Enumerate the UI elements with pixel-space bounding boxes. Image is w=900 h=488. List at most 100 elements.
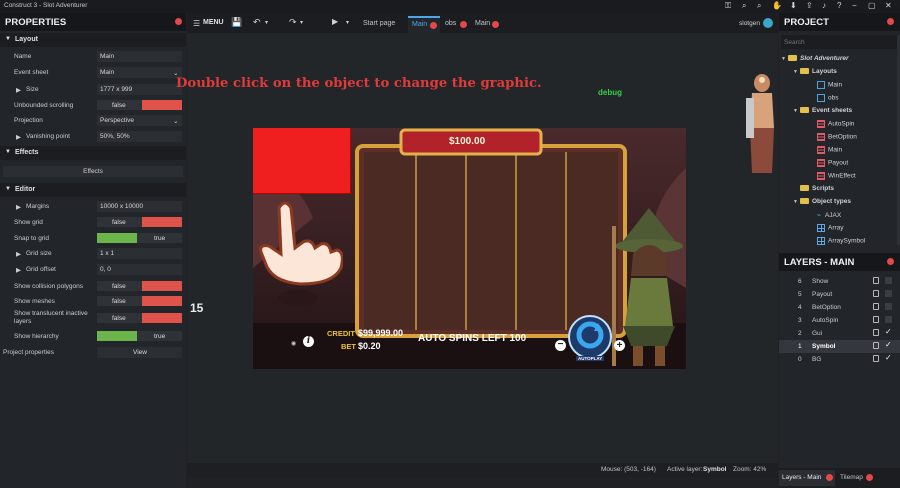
layer-row[interactable]: 2 Gui ✓ (779, 327, 900, 340)
minus-button[interactable]: − (555, 340, 566, 351)
tab-close-dot[interactable] (826, 474, 833, 481)
section-layout[interactable]: ▼ Layout (0, 33, 186, 47)
layer-row[interactable]: 4 BetOption (779, 301, 900, 314)
snap-grid-toggle[interactable]: true (97, 233, 182, 243)
sound-icon[interactable]: ◉ (291, 340, 296, 347)
section-effects[interactable]: ▼ Effects (0, 146, 186, 160)
effects-button[interactable]: Effects (3, 166, 183, 177)
panel-close-dot[interactable] (175, 18, 182, 25)
maximize-icon[interactable]: ▢ (868, 1, 876, 10)
chevron-down-icon[interactable]: ▾ (265, 19, 268, 26)
section-editor[interactable]: ▼ Editor (0, 183, 186, 197)
layer-row[interactable]: 3 AutoSpin (779, 314, 900, 327)
check-icon[interactable]: ✓ (885, 340, 892, 349)
layout-view[interactable]: Double click on the object to change the… (176, 33, 778, 463)
tree-event-autospin[interactable]: AutoSpin (817, 120, 854, 132)
layer-row[interactable]: 5 Payout (779, 288, 900, 301)
prop-grid-offset[interactable]: ▶ Grid offset 0, 0 (0, 262, 186, 277)
project-search-input[interactable] (781, 35, 897, 49)
lock-icon[interactable] (873, 316, 879, 323)
bell-icon[interactable]: ♪ (822, 1, 826, 10)
tree-layout-main[interactable]: Main (817, 81, 842, 93)
prop-unbounded[interactable]: Unbounded scrolling false (0, 98, 186, 113)
placeholder-sprite[interactable] (253, 128, 351, 194)
prop-show-grid[interactable]: Show grid false (0, 215, 186, 230)
prop-size[interactable]: ▶ Size 1777 x 999 (0, 82, 186, 97)
tree-event-wineffect[interactable]: WinEffect (817, 172, 856, 184)
save-icon[interactable]: 💾 (231, 17, 242, 28)
tab-obs[interactable]: obs (441, 16, 469, 31)
undo-icon[interactable]: ↶ (253, 17, 261, 28)
search-icon[interactable]: ⌕ (742, 1, 746, 11)
key-icon[interactable]: ⚿ (725, 1, 731, 11)
visibility-checkbox[interactable] (885, 316, 892, 323)
chevron-down-icon[interactable]: ▾ (346, 19, 349, 26)
prop-projection[interactable]: Projection Perspective ⌄ (0, 113, 186, 128)
tab-close-dot[interactable] (430, 22, 437, 29)
tab-close-dot[interactable] (492, 21, 499, 28)
chevron-down-icon[interactable]: ▾ (300, 19, 303, 26)
layer-row[interactable]: 6 Show (779, 275, 900, 288)
tree-object-arraysymbol[interactable]: ArraySymbol (817, 237, 865, 249)
show-grid-toggle[interactable]: false (97, 217, 182, 227)
prop-vanishing[interactable]: ▶ Vanishing point 50%, 50% (0, 129, 186, 144)
collision-toggle[interactable]: false (97, 281, 182, 291)
lock-icon[interactable] (873, 355, 879, 362)
expand-icon[interactable]: ▶ (16, 250, 21, 258)
projection-select[interactable]: Perspective ⌄ (97, 115, 182, 126)
tab-close-dot[interactable] (460, 21, 467, 28)
meshes-toggle[interactable]: false (97, 296, 182, 306)
visibility-checkbox[interactable] (885, 290, 892, 297)
expand-icon[interactable]: ▶ (16, 266, 21, 274)
tree-root[interactable]: ▼ Slot Adventurer (781, 55, 849, 67)
prop-grid-size[interactable]: ▶ Grid size 1 x 1 (0, 246, 186, 261)
tree-event-betoption[interactable]: BetOption (817, 133, 857, 145)
prop-show-hierarchy[interactable]: Show hierarchy true (0, 329, 186, 344)
prop-name[interactable]: Name Main (0, 49, 186, 64)
menu-icon[interactable]: ☰ (193, 19, 200, 28)
play-icon[interactable]: ▶ (332, 17, 338, 26)
unbounded-toggle[interactable]: false (97, 100, 182, 110)
prop-project-properties[interactable]: Project properties View (0, 345, 186, 360)
visibility-checkbox[interactable] (885, 303, 892, 310)
layer-row-selected[interactable]: 1 Symbol ✓ (779, 340, 900, 353)
plus-button[interactable]: + (614, 340, 625, 351)
hierarchy-toggle[interactable]: true (97, 331, 182, 341)
check-icon[interactable]: ✓ (885, 353, 892, 362)
hand-icon[interactable]: ✋ (772, 1, 782, 10)
share-icon[interactable]: ⇪ (806, 1, 813, 10)
tree-object-ajax[interactable]: ⌁ AJAX (817, 211, 841, 223)
expand-icon[interactable]: ▶ (16, 86, 21, 94)
prop-margins[interactable]: ▶ Margins 10000 x 10000 (0, 199, 186, 214)
username[interactable]: slotgen (739, 20, 760, 27)
tree-layouts[interactable]: ▼ Layouts (793, 68, 837, 80)
redo-icon[interactable]: ↷ (289, 17, 297, 28)
help-icon[interactable]: ? (837, 1, 841, 10)
tree-object-array[interactable]: Array (817, 224, 844, 236)
tree-layout-obs[interactable]: obs (817, 94, 838, 106)
tree-event-sheets[interactable]: ▼ Event sheets (793, 107, 852, 119)
lock-icon[interactable] (873, 329, 879, 336)
lock-icon[interactable] (873, 342, 879, 349)
close-icon[interactable]: ✕ (885, 1, 892, 10)
game-scene[interactable]: $100.00 i ◉ CREDIT $99,999.00 BET $0.20 … (253, 128, 686, 369)
prop-show-collision[interactable]: Show collision polygons false (0, 279, 186, 294)
expand-icon[interactable]: ▶ (16, 203, 21, 211)
view-button[interactable]: View (97, 347, 182, 358)
lock-icon[interactable] (873, 277, 879, 284)
lock-icon[interactable] (873, 290, 879, 297)
translucent-toggle[interactable]: false (97, 313, 182, 323)
prop-show-meshes[interactable]: Show meshes false (0, 294, 186, 309)
event-sheet-select[interactable]: Main ⌄ (97, 67, 182, 78)
tab-main-layout[interactable]: Main (408, 16, 440, 33)
lock-icon[interactable] (873, 303, 879, 310)
spin-button[interactable] (568, 315, 612, 359)
check-icon[interactable]: ✓ (885, 327, 892, 336)
tab-layers-main[interactable]: Layers - Main (779, 470, 835, 486)
prop-show-translucent[interactable]: Show translucent inactive layers false (0, 309, 186, 331)
prop-event-sheet[interactable]: Event sheet Main ⌄ (0, 65, 186, 80)
info-button[interactable]: i (303, 336, 314, 347)
visibility-checkbox[interactable] (885, 277, 892, 284)
download-icon[interactable]: ⬇ (790, 1, 797, 10)
tree-object-types[interactable]: ▼ Object types (793, 198, 851, 210)
